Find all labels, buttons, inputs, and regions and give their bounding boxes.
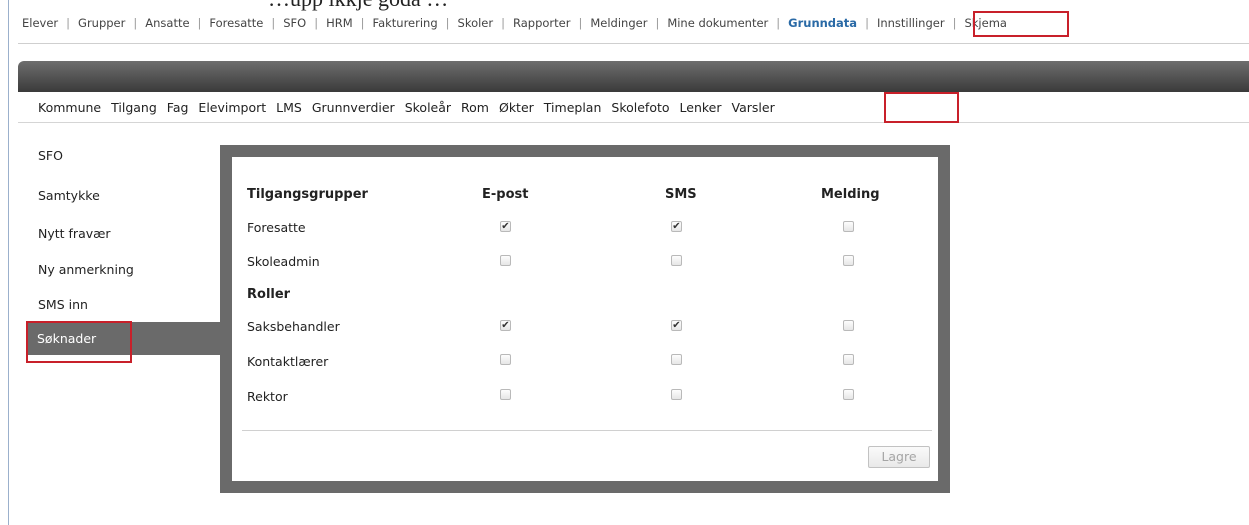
header-roles: Roller [247,287,291,302]
header-message: Melding [821,187,880,202]
side-menu-item-ny-anmerkning[interactable]: Ny anmerkning [38,262,134,277]
notification-settings-panel: Tilgangsgrupper E-post SMS Melding Fores… [220,145,950,493]
tab-fag[interactable]: Fag [165,100,191,115]
tab-lms[interactable]: LMS [274,100,304,115]
tab-rom[interactable]: Rom [459,100,491,115]
header-email: E-post [482,187,529,202]
window-left-border [8,0,9,525]
checkbox-kontaktlaerer-email[interactable] [500,354,511,365]
row-label-foresatte: Foresatte [247,220,306,235]
separator: | [360,16,365,30]
topnav-innstillinger[interactable]: Innstillinger [873,14,949,32]
tab-okter[interactable]: Økter [497,100,536,115]
topnav-grunndata[interactable]: Grunndata [784,14,861,32]
side-menu-item-sms-inn[interactable]: SMS inn [38,297,88,312]
side-menu-item-nytt-fravaer[interactable]: Nytt fravær [38,226,111,241]
checkbox-rektor-sms[interactable] [671,389,682,400]
topnav-sfo[interactable]: SFO [279,14,310,32]
top-navigation: Elever | Grupper | Ansatte | Foresatte | SFO… [18,14,1011,32]
tab-skolear[interactable]: Skoleår [403,100,453,115]
divider [242,430,932,431]
checkbox-skoleadmin-sms[interactable] [671,255,682,266]
topnav-fakturering[interactable]: Fakturering [369,14,442,32]
checkbox-skoleadmin-email[interactable] [500,255,511,266]
divider [18,43,1249,44]
separator: | [66,16,71,30]
topnav-elever[interactable]: Elever [18,14,62,32]
checkbox-saksbehandler-sms[interactable]: ✔ [671,320,682,331]
side-menu-item-sfo[interactable]: SFO [38,148,63,163]
separator: | [865,16,869,30]
panel-content: Tilgangsgrupper E-post SMS Melding Fores… [232,157,938,481]
separator: | [197,16,202,30]
header-bar [18,61,1249,92]
separator: | [271,16,276,30]
row-label-rektor: Rektor [247,389,288,404]
separator: | [314,16,319,30]
topnav-skoler[interactable]: Skoler [454,14,498,32]
sub-navigation: Kommune Tilgang Fag Elevimport LMS Grunn… [18,95,1249,123]
checkbox-rektor-message[interactable] [843,389,854,400]
topnav-rapporter[interactable]: Rapporter [509,14,574,32]
separator: | [776,16,781,30]
checkbox-foresatte-email[interactable]: ✔ [500,221,511,232]
topnav-foresatte[interactable]: Foresatte [205,14,267,32]
topnav-ansatte[interactable]: Ansatte [141,14,193,32]
row-label-saksbehandler: Saksbehandler [247,319,340,334]
side-menu-item-samtykke[interactable]: Samtykke [38,188,100,203]
tab-timeplan[interactable]: Timeplan [542,100,604,115]
tab-skolefoto[interactable]: Skolefoto [609,100,671,115]
separator: | [445,16,450,30]
checkbox-kontaktlaerer-message[interactable] [843,354,854,365]
highlight-box-soknader [26,321,132,363]
topnav-meldinger[interactable]: Meldinger [586,14,651,32]
save-button[interactable]: Lagre [868,446,930,468]
row-label-skoleadmin: Skoleadmin [247,254,320,269]
checkbox-kontaktlaerer-sms[interactable] [671,354,682,365]
highlight-box-varsler [884,92,959,123]
document-caption-text: …upp ikkje goda … [268,0,448,12]
checkbox-foresatte-message[interactable] [843,221,854,232]
tab-tilgang[interactable]: Tilgang [109,100,159,115]
topnav-grupper[interactable]: Grupper [74,14,129,32]
checkbox-rektor-email[interactable] [500,389,511,400]
checkbox-foresatte-sms[interactable]: ✔ [671,221,682,232]
tab-elevimport[interactable]: Elevimport [196,100,268,115]
checkbox-saksbehandler-email[interactable]: ✔ [500,320,511,331]
separator: | [501,16,505,30]
tab-lenker[interactable]: Lenker [678,100,724,115]
tab-varsler[interactable]: Varsler [730,100,777,115]
checkbox-skoleadmin-message[interactable] [843,255,854,266]
topnav-mine-dokumenter[interactable]: Mine dokumenter [663,14,772,32]
separator: | [655,16,660,30]
tab-grunnverdier[interactable]: Grunnverdier [310,100,397,115]
header-access-groups: Tilgangsgrupper [247,187,368,202]
separator: | [133,16,138,30]
row-label-kontaktlaerer: Kontaktlærer [247,354,329,369]
tab-kommune[interactable]: Kommune [36,100,103,115]
highlight-box-grunndata [973,11,1069,37]
separator: | [952,16,957,30]
checkbox-saksbehandler-message[interactable] [843,320,854,331]
topnav-hrm[interactable]: HRM [322,14,357,32]
separator: | [578,16,583,30]
header-sms: SMS [665,187,697,202]
